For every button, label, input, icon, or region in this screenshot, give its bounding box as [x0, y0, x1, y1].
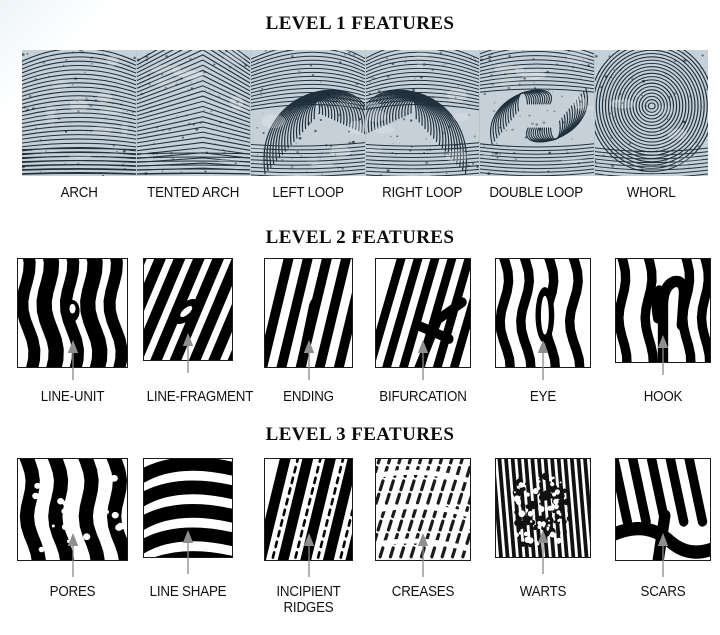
- level3-label-pores: PORES: [21, 584, 123, 601]
- level3-pointer-arrow-warts: [536, 530, 550, 574]
- level2-pointer-arrow-eye: [536, 340, 550, 380]
- level3-label-scars: SCARS: [619, 584, 707, 601]
- level3-label-warts: WARTS: [499, 584, 587, 601]
- level2-label-hook: HOOK: [619, 389, 707, 406]
- label-line-1: LINE-UNIT: [40, 389, 105, 405]
- level-1-label-tented-arch: TENTED ARCH: [147, 185, 240, 201]
- level-1-heading: LEVEL 1 FEATURES: [265, 13, 455, 34]
- level-1-label-right-loop: RIGHT LOOP: [382, 185, 463, 201]
- label-line-1: PORES: [49, 584, 96, 600]
- level-2-heading: LEVEL 2 FEATURES: [265, 227, 455, 248]
- level3-pointer-arrow-scars: [656, 533, 670, 577]
- level-1-print-arch: [22, 50, 137, 176]
- level-1-print-left-loop: [251, 50, 366, 176]
- fingerprint-feature-levels-figure: LEVEL 1 FEATURES ARCH TENTED ARCH LEFT LOO…: [0, 0, 720, 635]
- label-line-1: SCARS: [640, 584, 686, 600]
- label-line-1: BIFURCATION: [379, 389, 467, 405]
- level2-pointer-arrow-ending: [302, 340, 316, 380]
- level-1-label-row: ARCH TENTED ARCH LEFT LOOP RIGHT LOOP DOUBLE…: [22, 185, 708, 202]
- label-line-1: LINE-FRAGMENT: [146, 389, 254, 405]
- label-line-1: HOOK: [643, 389, 683, 405]
- level2-pointer-arrow-line-fragment: [181, 333, 195, 373]
- level2-label-eye: EYE: [499, 389, 587, 406]
- level2-pointer-arrow-line-unit: [66, 340, 80, 380]
- level-1-label-arch: ARCH: [60, 185, 98, 201]
- level-1-label-double-loop: DOUBLE LOOP: [489, 185, 584, 201]
- level3-pointer-arrow-pores: [66, 533, 80, 577]
- level-1-print-double-loop: [480, 50, 595, 176]
- label-line-1: LINE SHAPE: [149, 584, 227, 600]
- level2-pointer-arrow-hook: [656, 335, 670, 375]
- label-line-1: EYE: [529, 389, 557, 405]
- label-line-1: WARTS: [519, 584, 567, 600]
- level-3-heading: LEVEL 3 FEATURES: [265, 424, 455, 445]
- level2-pointer-arrow-bifurcation: [416, 340, 430, 380]
- label-line-2: RIDGES: [283, 599, 334, 616]
- level-1-print-tented-arch: [136, 50, 251, 176]
- level-1-print-whorl: [594, 50, 708, 176]
- level-1-fingerprint-strip: [22, 50, 708, 176]
- level3-label-creases: CREASES: [379, 584, 467, 601]
- level-1-print-right-loop: [365, 50, 480, 176]
- level-1-label-whorl: WHORL: [626, 185, 676, 201]
- level3-pointer-arrow-creases: [416, 533, 430, 577]
- level2-label-bifurcation: BIFURCATION: [379, 389, 467, 406]
- label-line-1: ENDING: [283, 389, 334, 405]
- level3-label-line-shape: LINE SHAPE: [147, 584, 230, 601]
- level2-label-line-fragment: LINE-FRAGMENT: [146, 389, 254, 406]
- level2-label-line-unit: LINE-UNIT: [21, 389, 123, 406]
- label-line-1: CREASES: [391, 584, 455, 600]
- level3-pointer-arrow-line-shape: [181, 530, 195, 574]
- label-line-1: INCIPIENT: [276, 584, 341, 600]
- level-1-label-left-loop: LEFT LOOP: [272, 185, 344, 201]
- level3-label-incipient-ridges: INCIPIENT RIDGES: [268, 584, 350, 616]
- level3-pointer-arrow-incipient-ridges: [302, 533, 316, 577]
- level2-label-ending: ENDING: [268, 389, 350, 406]
